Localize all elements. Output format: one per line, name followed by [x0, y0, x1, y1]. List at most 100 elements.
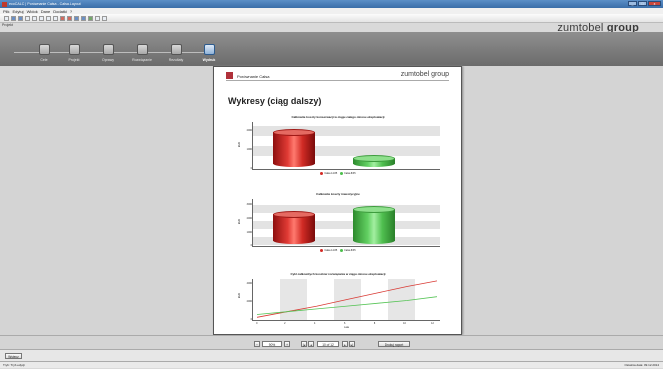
report-icon[interactable] — [67, 15, 72, 21]
zoom-field[interactable]: 90% — [262, 341, 282, 347]
copy-icon[interactable] — [46, 15, 51, 21]
step-goals[interactable]: Cele — [28, 44, 60, 62]
bar-cap — [273, 128, 315, 136]
table-icon[interactable] — [81, 15, 86, 21]
bottom-bar: Wstecz — [0, 349, 663, 361]
bar-body — [273, 213, 315, 241]
menu-addons[interactable]: Dodatki — [53, 9, 67, 14]
bar-cap — [353, 154, 395, 162]
document-icon — [68, 44, 80, 55]
cut-icon[interactable] — [39, 15, 44, 21]
calc-icon[interactable] — [88, 15, 93, 21]
legend-swatch-green — [340, 172, 344, 175]
settings-icon[interactable] — [95, 15, 100, 21]
x-tick-label: 2 — [284, 322, 286, 325]
y-tick-label: 0 — [250, 318, 252, 321]
page-indicator[interactable]: 10 of 12 — [317, 341, 339, 347]
solution-icon — [136, 44, 148, 55]
save-icon[interactable] — [18, 15, 23, 21]
page-header: Porównanie Całsa zumtobel group — [226, 71, 449, 81]
step-label: Wydruk — [202, 58, 216, 62]
page-title: Wykresy (ciąg dalszy) — [228, 96, 322, 106]
page-header-brand: zumtobel group — [400, 71, 449, 78]
step-print[interactable]: Wydruk — [193, 44, 225, 62]
legend-item: Całsa 14/35 — [320, 172, 337, 175]
zoom-out-button[interactable]: − — [254, 341, 260, 347]
step-label: Rezultaty — [168, 58, 184, 62]
y-tick-label: 1000 — [246, 148, 252, 151]
paste-icon[interactable] — [53, 15, 58, 21]
y-axis-label: EUR — [238, 141, 242, 148]
step-luminaires[interactable]: Oprawy — [92, 44, 124, 62]
last-page-button[interactable]: ▸| — [349, 341, 355, 347]
chart-legend: Całsa 14/35 Całsa 8/35 — [234, 249, 442, 252]
legend-item: Całsa 8/35 — [340, 249, 356, 252]
chart-plot: 3000 2000 1000 0 — [247, 199, 440, 247]
chart-title: Cykl całkowitych kosztów rozwiązania w c… — [290, 272, 386, 276]
legend-swatch-green — [340, 249, 344, 252]
next-page-button[interactable]: ▸ — [342, 341, 348, 347]
x-tick-label: 8 — [373, 322, 376, 325]
preview-icon[interactable] — [32, 15, 37, 21]
y-tick-label: 0 — [250, 167, 252, 170]
print-icon[interactable] — [25, 15, 30, 21]
y-tick-label: 4000 — [246, 282, 252, 285]
step-label: Rozwiązanie — [132, 58, 152, 62]
window-controls: _ □ x — [628, 1, 661, 6]
back-button[interactable]: Wstecz — [5, 353, 22, 359]
chart-lifecycle-costs: Cykl całkowitych kosztów rozwiązania w c… — [234, 272, 442, 332]
delete-icon[interactable] — [60, 15, 65, 21]
bar-body — [353, 208, 395, 241]
step-label: Cele — [40, 58, 48, 62]
chart-title: Całkowite koszty inwestycyjne — [316, 192, 360, 196]
y-axis-label: EUR — [238, 292, 242, 299]
new-icon[interactable] — [4, 15, 9, 21]
bar-red — [273, 128, 315, 167]
legend-label: Całsa 14/35 — [324, 249, 338, 252]
chart-plot: 2000 1000 0 — [247, 122, 440, 170]
help-icon[interactable] — [102, 15, 107, 21]
bar-body — [273, 131, 315, 164]
menu-view[interactable]: Widok — [27, 9, 38, 14]
step-solution[interactable]: Rozwiązanie — [126, 44, 158, 62]
report-page: Porównanie Całsa zumtobel group Wykresy … — [213, 66, 462, 335]
y-axis-label: EUR — [238, 218, 242, 225]
minimize-button[interactable]: _ — [628, 1, 637, 6]
bar-cap — [353, 205, 395, 213]
chart-icon[interactable] — [74, 15, 79, 21]
x-axis-label: Lata — [344, 326, 349, 329]
x-tick-label: 6 — [343, 322, 346, 325]
menu-help[interactable]: ? — [70, 9, 72, 14]
x-tick-label: 4 — [314, 322, 316, 325]
close-button[interactable]: x — [648, 1, 661, 6]
bar-green — [353, 154, 395, 167]
y-tick-label: 1000 — [246, 231, 252, 234]
menu-file[interactable]: Plik — [3, 9, 9, 14]
y-tick-label: 2000 — [246, 217, 252, 220]
step-results[interactable]: Rezultaty — [160, 44, 192, 62]
menu-data[interactable]: Dane — [41, 9, 51, 14]
first-page-button[interactable]: |◂ — [301, 341, 307, 347]
step-label: Oprawy — [101, 58, 115, 62]
y-tick-label: 0 — [250, 244, 252, 247]
legend-label: Całsa 14/35 — [324, 172, 338, 175]
prev-page-button[interactable]: ◂ — [308, 341, 314, 347]
legend-swatch-red — [320, 172, 324, 175]
luminaire-icon — [102, 44, 114, 55]
menu-edit[interactable]: Edytuj — [12, 9, 23, 14]
chart-legend: Całsa 14/35 Całsa 8/35 — [234, 172, 442, 175]
workflow-steps: Cele Projekt Oprawy Rozwiązanie Rezultat… — [0, 32, 663, 66]
print-report-button[interactable]: Drukuj raport — [378, 341, 410, 347]
open-icon[interactable] — [11, 15, 16, 21]
project-label: Projekt — [2, 23, 13, 27]
bar-cap — [273, 210, 315, 218]
step-project[interactable]: Projekt — [58, 44, 90, 62]
window-title: ecoCALC | Porównanie Całsa - Całsa.Layou… — [9, 2, 81, 6]
x-tick-label: 0 — [256, 322, 258, 325]
legend-label: Całsa 8/35 — [344, 172, 356, 175]
report-preview-area[interactable]: Porównanie Całsa zumtobel group Wykresy … — [0, 66, 663, 335]
y-tick-label: 2000 — [246, 129, 252, 132]
zoom-in-button[interactable]: + — [284, 341, 290, 347]
print-icon — [203, 44, 215, 55]
maximize-button[interactable]: □ — [638, 1, 647, 6]
